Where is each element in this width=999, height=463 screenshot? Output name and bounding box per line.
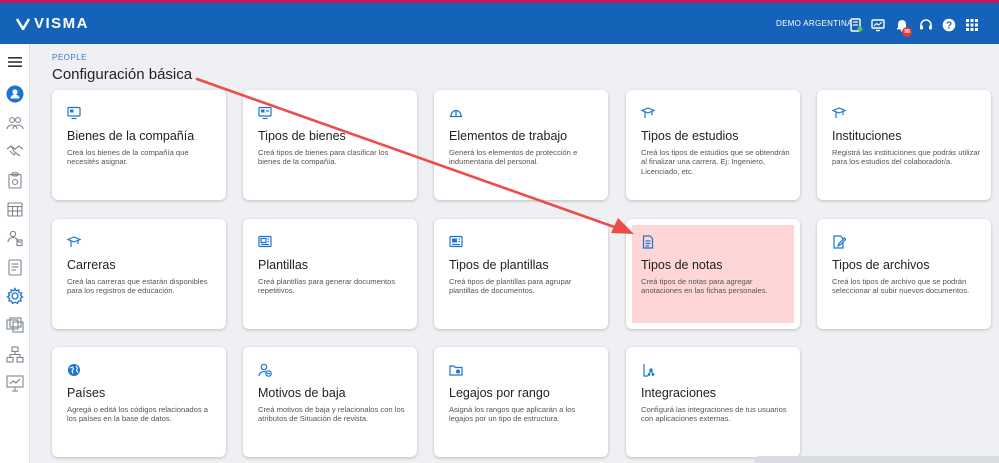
card-paises[interactable]: Países Agregá o editá los códigos relaci… [52,347,226,457]
card-carreras[interactable]: Carreras Creá las carreras que estarán d… [52,219,226,329]
highlight-box [632,225,794,323]
card-description: Creá los tipos de archivo que se podrán … [832,277,970,296]
card-description: Creá los bienes de la compañía que neces… [67,148,189,167]
card-description: Registrá las instituciones que podrás ut… [832,148,981,167]
folder-range-icon [449,363,463,377]
monitor-icon[interactable] [870,17,886,33]
handshake-icon[interactable] [5,141,25,161]
card-instituciones[interactable]: Instituciones Registrá las instituciones… [817,90,991,200]
card-legajos-rango[interactable]: Legajos por rango Asigná los rangos que … [434,347,608,457]
template-icon [258,235,272,249]
gear-icon[interactable] [5,286,25,306]
card-elementos-trabajo[interactable]: Elementos de trabajo Generá los elemento… [434,90,608,200]
card-title: Instituciones [832,129,902,143]
card-description: Configurá las integraciones de tus usuar… [641,405,787,424]
card-title: Plantillas [258,258,309,272]
card-bienes-compania[interactable]: Bienes de la compañía Creá los bienes de… [52,90,226,200]
presentation-icon[interactable] [5,373,25,393]
card-description: Agregá o editá los códigos relacionados … [67,405,208,424]
bottom-panel-tab[interactable] [755,456,999,463]
card-description: Creá motivos de baja y relacionalos con … [258,405,405,424]
card-title: Tipos de estudios [641,129,739,143]
card-title: Integraciones [641,386,717,400]
card-title: Tipos de plantillas [449,258,549,272]
globe-icon [67,363,81,377]
card-plantillas[interactable]: Plantillas Creá plantillas para generar … [243,219,417,329]
org-chart-icon[interactable] [5,344,25,364]
card-tipos-notas[interactable]: Tipos de notas Creá tipos de notas para … [626,219,800,329]
card-description: Creá los tipos de estudios que se obtend… [641,148,790,176]
asset-monitor-icon [67,106,81,120]
svg-text:?: ? [946,21,952,32]
help-icon[interactable]: ? [941,17,957,33]
card-integraciones[interactable]: Integraciones Configurá las integracione… [626,347,800,457]
headset-icon[interactable] [918,17,934,33]
graduation-cap-icon [640,106,656,120]
card-tipos-bienes[interactable]: Tipos de bienes Creá tipos de bienes par… [243,90,417,200]
card-title: Legajos por rango [449,386,550,400]
visma-logo-icon [16,17,30,30]
card-title: Países [67,386,106,400]
page-title: Configuración básica [52,66,193,83]
calendar-grid-icon[interactable] [5,199,25,219]
organization-name[interactable]: DEMO ARGENTINA [776,19,853,28]
document-list-icon[interactable] [5,257,25,277]
card-title: Motivos de baja [258,386,346,400]
card-title: Elementos de trabajo [449,129,568,143]
clipboard-icon[interactable] [5,170,25,190]
card-title: Carreras [67,258,116,272]
card-tipos-archivos[interactable]: Tipos de archivos Creá los tipos de arch… [817,219,991,329]
notification-badge: 98 [902,27,912,37]
card-description: Creá tipos de plantillas para agrupar pl… [449,277,572,296]
documents-stack-icon[interactable] [5,315,25,335]
people-group-icon[interactable] [5,113,25,133]
visma-logo[interactable]: VISMA [16,15,89,32]
file-edit-icon [832,235,847,249]
card-description: Creá tipos de notas para agregar anotaci… [641,277,768,296]
card-title: Tipos de notas [641,258,723,272]
card-description: Creá tipos de bienes para clasificar los… [258,148,389,167]
sidebar [0,44,30,463]
template-type-icon [449,235,463,249]
menu-icon[interactable] [5,52,25,72]
card-tipos-plantillas[interactable]: Tipos de plantillas Creá tipos de planti… [434,219,608,329]
card-title: Bienes de la compañía [67,129,195,143]
asset-type-icon [258,106,272,120]
card-motivos-baja[interactable]: Motivos de baja Creá motivos de baja y r… [243,347,417,457]
card-title: Tipos de archivos [832,258,930,272]
integration-icon [641,363,655,377]
breadcrumb[interactable]: PEOPLE [52,53,87,62]
card-description: Generá los elementos de protección e ind… [449,148,578,167]
card-tipos-estudios[interactable]: Tipos de estudios Creá los tipos de estu… [626,90,800,200]
hard-hat-icon [449,106,463,120]
card-description: Creá las carreras que estarán disponible… [67,277,208,296]
graduation-cap-icon [66,235,82,249]
note-document-icon [641,235,655,249]
apps-grid-icon[interactable] [964,17,980,33]
card-description: Creá plantillas para generar documentos … [258,277,396,296]
card-title: Tipos de bienes [258,129,346,143]
user-profile-icon[interactable] [5,84,25,104]
card-description: Asigná los rangos que aplicarán a los le… [449,405,576,424]
reports-icon[interactable] [848,17,864,33]
graduation-cap-icon [831,106,847,120]
top-bar: VISMA DEMO ARGENTINA 98 ? [0,0,999,44]
user-remove-icon [258,363,272,377]
hierarchy-user-icon[interactable] [5,228,25,248]
brand-name: VISMA [34,15,90,32]
